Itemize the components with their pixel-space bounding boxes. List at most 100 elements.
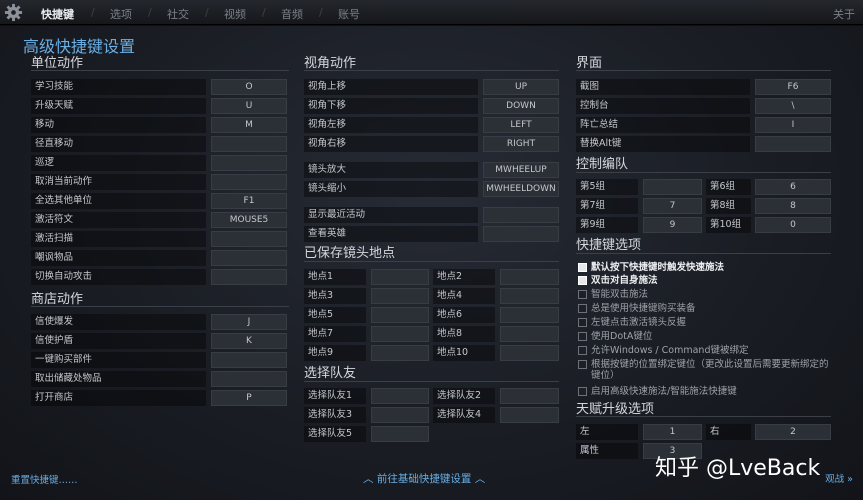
- hotkey-binding-button[interactable]: [500, 288, 559, 304]
- hotkey-binding-button[interactable]: 1: [643, 424, 702, 440]
- hotkey-binding-button[interactable]: 0: [755, 217, 831, 233]
- hotkey-binding-button[interactable]: [371, 288, 429, 304]
- tab-hotkeys[interactable]: 快捷键: [41, 6, 74, 22]
- hotkey-binding-button[interactable]: [755, 136, 831, 152]
- hotkey-binding-button[interactable]: [500, 326, 559, 342]
- hotkey-binding-button[interactable]: [211, 352, 287, 368]
- hotkey-binding-button[interactable]: [483, 207, 559, 223]
- hotkey-binding-button[interactable]: [371, 345, 429, 361]
- hotkey-label: 取消当前动作: [31, 174, 206, 190]
- section-title-saved-camera: 已保存镜头地点: [304, 246, 396, 261]
- hotkey-label: 取出储藏处物品: [31, 371, 206, 387]
- about-link[interactable]: 关于: [833, 6, 855, 22]
- hotkey-binding-button[interactable]: P: [211, 390, 287, 406]
- hotkey-binding-button[interactable]: UP: [483, 79, 559, 95]
- hotkey-binding-button[interactable]: [371, 407, 429, 423]
- hotkey-binding-button[interactable]: [500, 407, 559, 423]
- hotkey-binding-button[interactable]: [211, 371, 287, 387]
- checkbox-icon[interactable]: [578, 318, 587, 327]
- checkbox-icon[interactable]: [578, 332, 587, 341]
- chevron-up-icon: ︿: [474, 473, 486, 485]
- hotkey-label: 镜头放大: [304, 162, 478, 178]
- option-label: 默认按下快捷键时触发快速施法: [591, 262, 725, 273]
- hotkey-binding-button[interactable]: [643, 179, 702, 195]
- hotkey-binding-button[interactable]: O: [211, 79, 287, 95]
- checkbox-icon[interactable]: [578, 360, 587, 369]
- hotkey-label: 径直移动: [31, 136, 206, 152]
- hotkey-binding-button[interactable]: MWHEELUP: [483, 162, 559, 178]
- hotkey-binding-button[interactable]: [211, 231, 287, 247]
- hotkey-binding-button[interactable]: [500, 307, 559, 323]
- tab-options[interactable]: 选项: [110, 6, 132, 22]
- divider: [304, 70, 559, 71]
- hotkey-binding-button[interactable]: U: [211, 98, 287, 114]
- tab-video[interactable]: 视频: [224, 6, 246, 22]
- checkbox-icon[interactable]: [578, 290, 587, 299]
- hotkey-binding-button[interactable]: [483, 226, 559, 242]
- hotkey-label: 镜头缩小: [304, 181, 478, 197]
- hotkey-binding-button[interactable]: RIGHT: [483, 136, 559, 152]
- tab-social[interactable]: 社交: [167, 6, 189, 22]
- hotkey-label: 视角下移: [304, 98, 478, 114]
- nav-separator: /: [205, 6, 209, 19]
- hotkey-binding-button[interactable]: [500, 388, 559, 404]
- hotkey-binding-button[interactable]: MWHEELDOWN: [483, 181, 559, 197]
- hotkey-label: 第10组: [706, 217, 751, 233]
- gear-icon[interactable]: [4, 3, 23, 22]
- hotkey-binding-button[interactable]: 9: [643, 217, 702, 233]
- hotkey-binding-button[interactable]: F1: [211, 193, 287, 209]
- hotkey-label: 信使爆发: [31, 314, 206, 330]
- hotkey-label: 巡逻: [31, 155, 206, 171]
- option-label: 启用高级快速施法/智能施法快捷键: [591, 386, 737, 397]
- hotkey-binding-button[interactable]: [211, 174, 287, 190]
- hotkey-binding-button[interactable]: DOWN: [483, 98, 559, 114]
- hotkey-label: 右: [706, 424, 751, 440]
- hotkey-label: 一键购买部件: [31, 352, 206, 368]
- hotkey-label: 第7组: [576, 198, 638, 214]
- hotkey-binding-button[interactable]: [371, 426, 429, 442]
- hotkey-label: 第6组: [706, 179, 751, 195]
- checkbox-checked-icon[interactable]: [578, 263, 587, 272]
- hotkey-binding-button[interactable]: 7: [643, 198, 702, 214]
- tab-audio[interactable]: 音频: [281, 6, 303, 22]
- hotkey-binding-button[interactable]: [371, 269, 429, 285]
- option-label: 根据按键的位置绑定键位（更改此设置后需要更新绑定的键位）: [591, 359, 829, 381]
- hotkey-label: 地点10: [433, 345, 495, 361]
- hotkey-binding-button[interactable]: 2: [755, 424, 831, 440]
- basic-hotkeys-link[interactable]: ︿ 前往基础快捷键设置 ︿: [363, 471, 485, 486]
- hotkey-label: 切换自动攻击: [31, 269, 206, 285]
- checkbox-icon[interactable]: [578, 346, 587, 355]
- option-label: 双击对自身施法: [591, 275, 658, 286]
- hotkey-binding-button[interactable]: [371, 307, 429, 323]
- hotkey-binding-button[interactable]: K: [211, 333, 287, 349]
- hotkey-binding-button[interactable]: [500, 269, 559, 285]
- hotkey-label: 选择队友4: [433, 407, 495, 423]
- hotkey-binding-button[interactable]: [211, 155, 287, 171]
- hotkey-binding-button[interactable]: [211, 136, 287, 152]
- hotkey-label: 地点7: [304, 326, 366, 342]
- hotkey-binding-button[interactable]: M: [211, 117, 287, 133]
- checkbox-checked-icon[interactable]: [578, 276, 587, 285]
- checkbox-icon[interactable]: [578, 387, 587, 396]
- spectate-link[interactable]: 观战 »: [825, 471, 853, 485]
- hotkey-binding-button[interactable]: LEFT: [483, 117, 559, 133]
- option-label: 左键点击激活镜头反握: [591, 317, 687, 328]
- checkbox-icon[interactable]: [578, 304, 587, 313]
- tab-account[interactable]: 账号: [338, 6, 360, 22]
- hotkey-binding-button[interactable]: [371, 388, 429, 404]
- hotkey-binding-button[interactable]: I: [755, 117, 831, 133]
- hotkey-binding-button[interactable]: F6: [755, 79, 831, 95]
- hotkey-label: 属性: [576, 443, 638, 459]
- hotkey-binding-button[interactable]: 6: [755, 179, 831, 195]
- hotkey-binding-button[interactable]: [500, 345, 559, 361]
- hotkey-binding-button[interactable]: J: [211, 314, 287, 330]
- hotkey-binding-button[interactable]: MOUSE5: [211, 212, 287, 228]
- hotkey-binding-button[interactable]: 8: [755, 198, 831, 214]
- hotkey-binding-button[interactable]: \: [755, 98, 831, 114]
- hotkey-binding-button[interactable]: [211, 250, 287, 266]
- hotkey-binding-button[interactable]: [211, 269, 287, 285]
- hotkey-binding-button[interactable]: [371, 326, 429, 342]
- reset-hotkeys-link[interactable]: 重置快捷键……: [11, 472, 78, 486]
- hotkey-label: 左: [576, 424, 638, 440]
- hotkey-label: 学习技能: [31, 79, 206, 95]
